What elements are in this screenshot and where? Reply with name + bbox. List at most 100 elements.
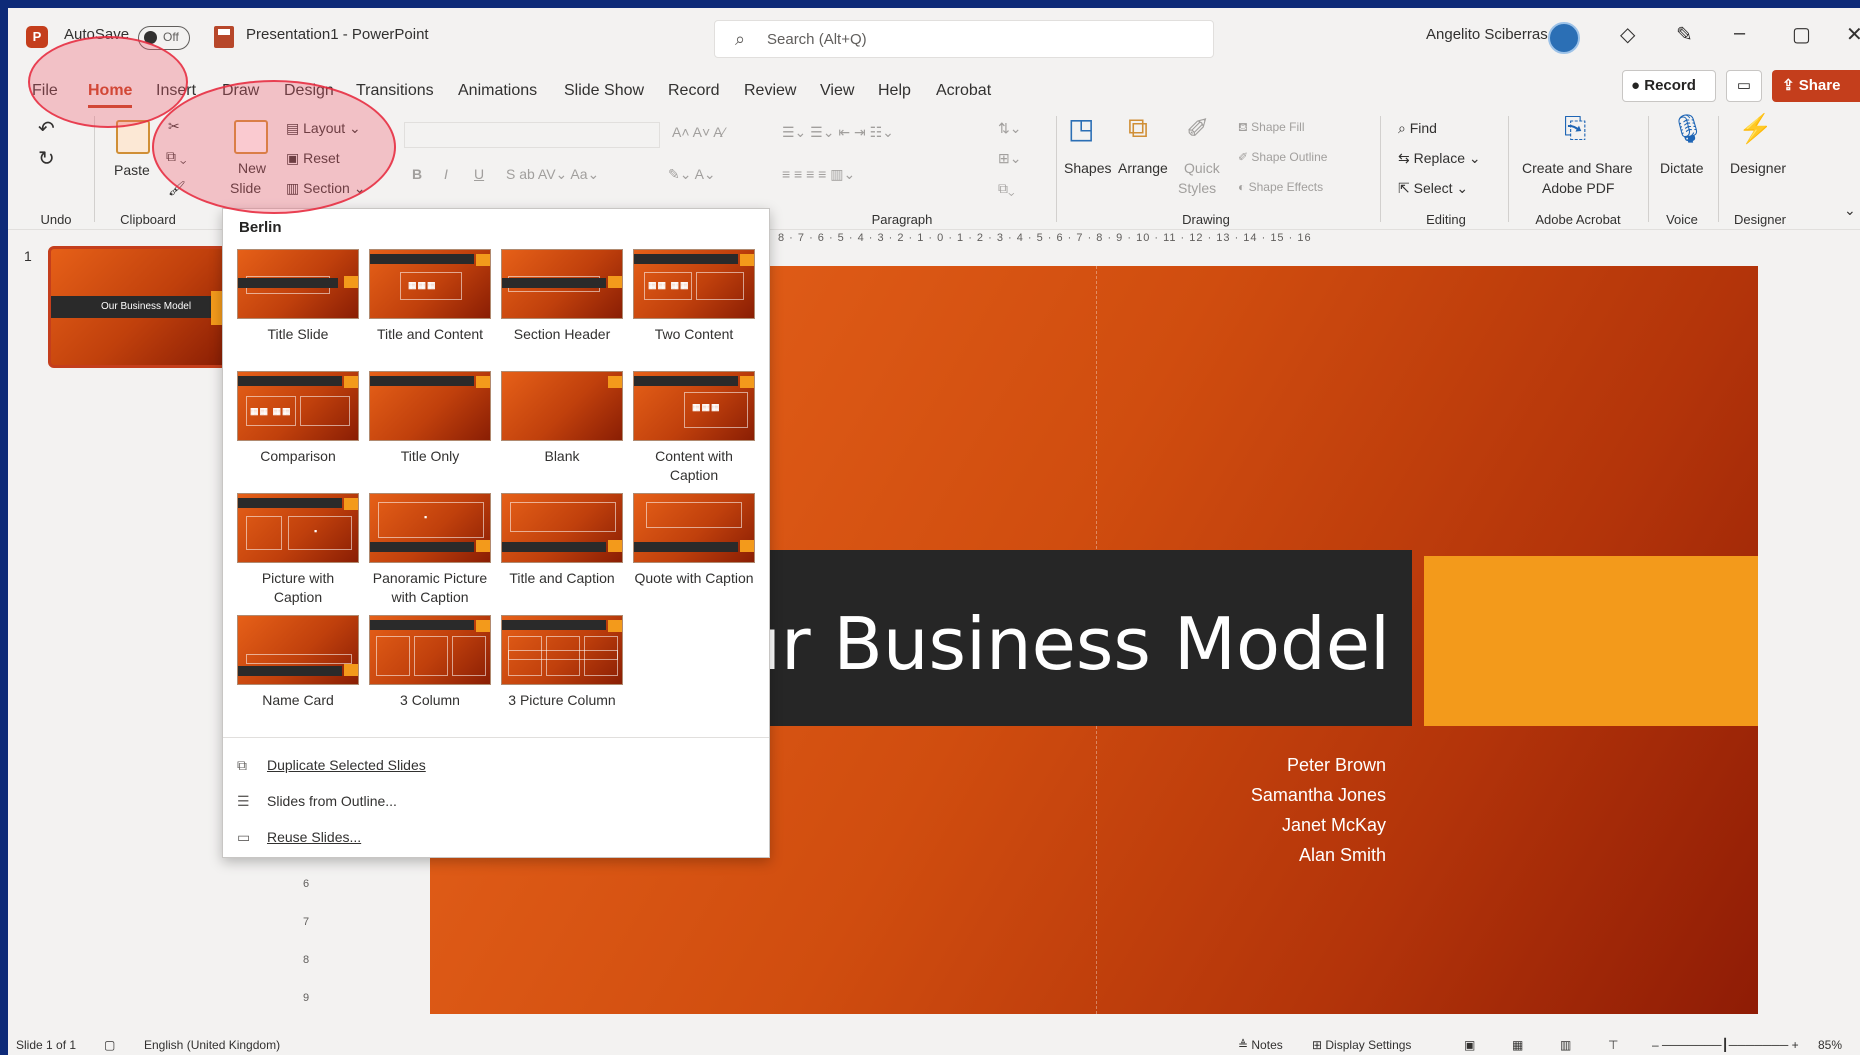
minimize-icon[interactable]: – (1734, 22, 1745, 45)
comment-icon[interactable]: ▭ (1726, 70, 1762, 102)
smartart-icon[interactable]: ⧉⌄ (998, 180, 1015, 197)
layout-quote-with-caption[interactable]: Quote with Caption (633, 493, 755, 588)
slide-sorter-icon[interactable]: ▦ (1512, 1038, 1523, 1052)
subtitle-names[interactable]: Peter Brown Samantha Jones Janet McKay A… (1251, 750, 1386, 870)
language[interactable]: English (United Kingdom) (144, 1038, 280, 1052)
tab-view[interactable]: View (820, 82, 854, 100)
avatar[interactable] (1548, 22, 1580, 54)
premium-diamond-icon[interactable]: ◇ (1620, 22, 1635, 47)
layout-comparison[interactable]: ▦▦ ▦▦ Comparison (237, 371, 359, 466)
annotation-circle-home-tab (28, 36, 188, 128)
status-bar: Slide 1 of 1 ▢ English (United Kingdom) … (8, 1036, 1860, 1055)
select-button[interactable]: ⇱ Select ⌄ (1398, 180, 1468, 197)
save-icon[interactable] (214, 26, 234, 48)
find-button[interactable]: ⌕ Find (1398, 120, 1437, 137)
font-color-icon[interactable]: ✎⌄ A⌄ (668, 166, 716, 183)
accessibility-icon[interactable]: ▢ (104, 1038, 115, 1052)
display-settings-button[interactable]: ⊞ Display Settings (1312, 1038, 1411, 1052)
normal-view-icon[interactable]: ▣ (1464, 1038, 1475, 1052)
font-size-icons[interactable]: A˄ A˅ A⁄ (672, 124, 725, 140)
designer-icon[interactable]: ⚡ (1738, 112, 1773, 145)
pen-icon[interactable]: ✎ (1676, 22, 1693, 47)
slide-title[interactable]: Our Business Model (679, 602, 1390, 686)
slideshow-view-icon[interactable]: ⊤ (1608, 1038, 1618, 1052)
tab-review[interactable]: Review (744, 82, 796, 100)
search-icon: ⌕ (735, 29, 746, 49)
italic-icon[interactable]: I (444, 166, 448, 182)
reuse-slides[interactable]: ▭ Reuse Slides... (237, 829, 361, 846)
create-share-pdf-label[interactable]: Create and Share (1522, 160, 1633, 176)
reading-view-icon[interactable]: ▥ (1560, 1038, 1571, 1052)
share-button[interactable]: ⇪ Share (1772, 70, 1860, 102)
quick-styles-label-2[interactable]: Styles (1178, 180, 1216, 196)
microphone-icon[interactable]: 🎙 (1670, 112, 1706, 145)
layout-section-header[interactable]: Section Header (501, 249, 623, 344)
layout-picture-with-caption[interactable]: ▪ Picture with Caption (237, 493, 359, 607)
strikethrough-icon[interactable]: S ab AV⌄ Aa⌄ (506, 166, 599, 183)
layout-name: Section Header (513, 326, 611, 342)
layout-3-column[interactable]: 3 Column (369, 615, 491, 710)
zoom-level[interactable]: 85% (1818, 1038, 1842, 1052)
layout-blank[interactable]: Blank (501, 371, 623, 466)
font-name-box[interactable] (404, 122, 660, 148)
layout-title-and-content[interactable]: ▦▦▦ Title and Content (369, 249, 491, 344)
replace-button[interactable]: ⇆ Replace ⌄ (1398, 150, 1481, 167)
layout-title-slide[interactable]: Title Slide (237, 249, 359, 344)
slide-thumbnail[interactable]: Our Business Model (48, 246, 228, 368)
tab-help[interactable]: Help (878, 82, 911, 100)
tab-record[interactable]: Record (668, 82, 720, 100)
tab-acrobat[interactable]: Acrobat (936, 82, 991, 100)
align-text-icon[interactable]: ⊞⌄ (998, 150, 1021, 167)
find-label: Find (1409, 120, 1437, 136)
list-icons[interactable]: ☰⌄ ☰⌄ ⇤ ⇥ ☷⌄ (782, 124, 894, 141)
slides-from-outline[interactable]: ☰ Slides from Outline... (237, 793, 397, 810)
redo-icon[interactable]: ↻ (38, 146, 55, 171)
underline-icon[interactable]: U (474, 166, 484, 182)
duplicate-selected-slides[interactable]: ⧉ Duplicate Selected Slides (237, 757, 426, 774)
shape-fill-button[interactable]: ⛾ Shape Fill (1238, 120, 1305, 136)
arrange-icon[interactable]: ⧉ (1128, 112, 1148, 145)
record-button[interactable]: ● Record (1622, 70, 1716, 102)
undo-icon[interactable]: ↶ (38, 116, 55, 141)
designer-button[interactable]: Designer (1730, 160, 1786, 176)
quick-styles-label[interactable]: Quick (1184, 160, 1220, 176)
horizontal-ruler: 8 · 7 · 6 · 5 · 4 · 3 · 2 · 1 · 0 · 1 · … (778, 232, 1312, 244)
layout-name-card[interactable]: Name Card (237, 615, 359, 710)
tab-animations[interactable]: Animations (458, 82, 537, 100)
shape-outline-button[interactable]: ✐ Shape Outline (1238, 150, 1327, 164)
layout-3-picture-column[interactable]: 3 Picture Column (501, 615, 623, 710)
dictate-button[interactable]: Dictate (1660, 160, 1704, 176)
search-box[interactable]: ⌕ Search (Alt+Q) (714, 20, 1214, 58)
quick-styles-icon[interactable]: ✐ (1186, 112, 1209, 145)
shapes-icon[interactable]: ◳ (1068, 112, 1094, 145)
ribbon-collapse-icon[interactable]: ⌄ (1844, 202, 1856, 219)
paste-button[interactable]: Paste (114, 162, 150, 178)
create-share-pdf-label-2[interactable]: Adobe PDF (1542, 180, 1614, 196)
layout-name: Comparison (260, 448, 336, 464)
layout-name: 3 Picture Column (508, 692, 616, 708)
layout-title-and-caption[interactable]: Title and Caption (501, 493, 623, 588)
text-direction-icon[interactable]: ⇅⌄ (998, 120, 1021, 137)
zoom-slider[interactable]: – ───────┃─────── + (1652, 1038, 1799, 1052)
layout-name: Title and Content (376, 326, 484, 342)
shapes-button[interactable]: Shapes (1064, 160, 1111, 176)
layout-content-with-caption[interactable]: ▦▦▦ Content with Caption (633, 371, 755, 485)
powerpoint-window: P AutoSave Off Presentation1 - PowerPoin… (8, 8, 1860, 1055)
bold-icon[interactable]: B (412, 166, 422, 182)
layout-two-content[interactable]: ▦▦ ▦▦ Two Content (633, 249, 755, 344)
arrange-button[interactable]: Arrange (1118, 160, 1168, 176)
tab-transitions[interactable]: Transitions (356, 82, 434, 100)
create-pdf-icon[interactable]: ⎘ (1564, 112, 1586, 145)
annotation-circle-slides-group (152, 80, 396, 214)
restore-icon[interactable]: ▢ (1792, 22, 1811, 47)
layout-title-only[interactable]: Title Only (369, 371, 491, 466)
select-label: Select (1413, 180, 1453, 196)
user-name[interactable]: Angelito Sciberras (1426, 26, 1548, 43)
group-label-designer: Designer (1733, 212, 1787, 227)
close-icon[interactable]: ✕ (1846, 22, 1860, 47)
tab-slide-show[interactable]: Slide Show (564, 82, 644, 100)
layout-panoramic-picture-with-caption[interactable]: ▪ Panoramic Picture with Caption (369, 493, 491, 607)
notes-button[interactable]: ≜ Notes (1238, 1038, 1283, 1052)
align-icons[interactable]: ≡ ≡ ≡ ≡ ▥⌄ (782, 166, 855, 183)
shape-effects-button[interactable]: ◐ Shape Effects (1238, 180, 1323, 194)
